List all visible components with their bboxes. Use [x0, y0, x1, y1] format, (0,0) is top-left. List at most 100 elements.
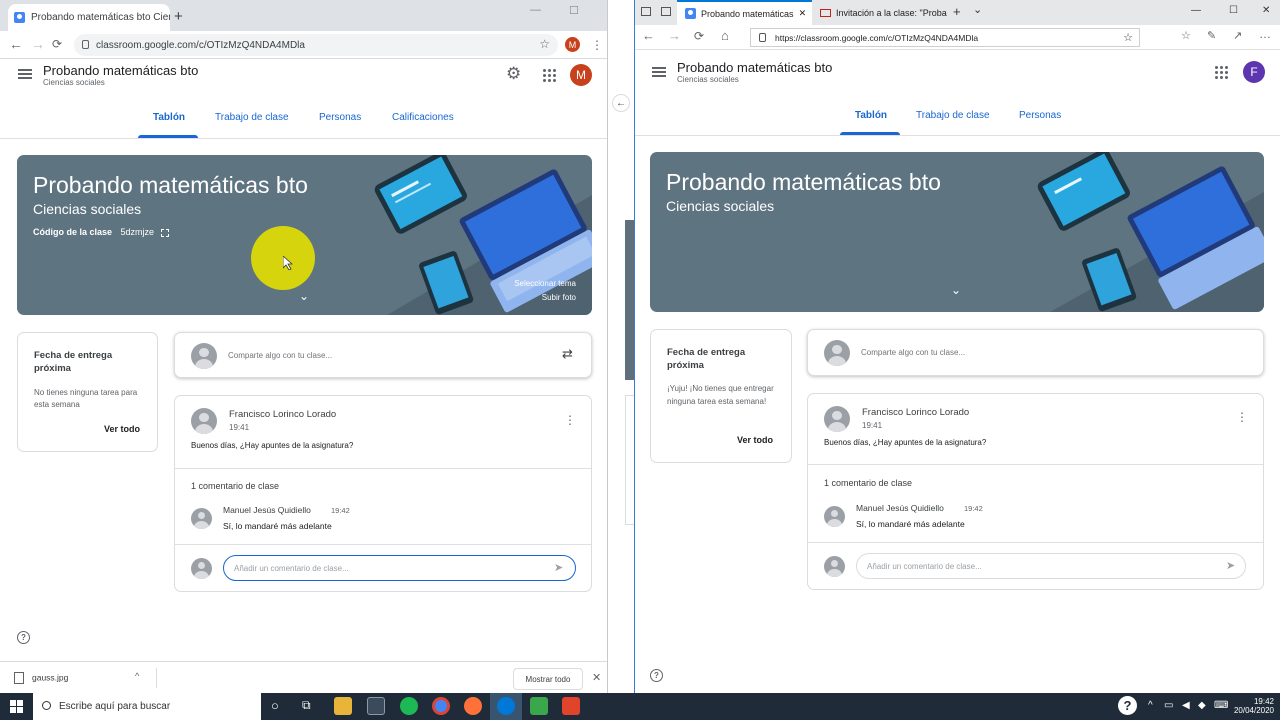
favorite-star-icon[interactable]: ☆: [1123, 31, 1133, 44]
repost-icon[interactable]: ⇄: [562, 346, 573, 362]
windows-taskbar: Escribe aquí para buscar ○ ⧉ ? ^ ▭ ◀ ◆ ⌨…: [0, 693, 1280, 720]
camtasia-icon[interactable]: [530, 697, 548, 715]
class-title[interactable]: Probando matemáticas bto: [43, 63, 198, 78]
tab-personas[interactable]: Personas: [1019, 110, 1061, 121]
view-all-link[interactable]: Ver todo: [104, 424, 140, 434]
send-icon[interactable]: ➤: [1226, 559, 1235, 572]
upload-photo-link[interactable]: Subir foto: [542, 293, 576, 302]
tab-preview-icon[interactable]: [641, 7, 651, 16]
recorder-app-icon[interactable]: [562, 697, 580, 715]
tab-tablon[interactable]: Tablón: [153, 112, 185, 123]
new-tab-button[interactable]: +: [174, 8, 183, 25]
tab-tablon[interactable]: Tablón: [855, 110, 887, 121]
fullscreen-icon[interactable]: [160, 228, 169, 237]
close-downloads-icon[interactable]: ✕: [592, 671, 601, 684]
class-title[interactable]: Probando matemáticas bto: [677, 60, 832, 75]
minimize-button[interactable]: —: [530, 4, 541, 17]
download-options-icon[interactable]: ^: [135, 671, 139, 681]
help-icon[interactable]: ?: [650, 669, 663, 682]
header-divider: [0, 138, 607, 139]
maximize-button[interactable]: ☐: [569, 4, 579, 17]
reload-button[interactable]: ⟳: [694, 29, 704, 43]
share-card[interactable]: Comparte algo con tu clase...: [807, 329, 1264, 376]
comment-time: 19:42: [331, 506, 350, 515]
mail-app-icon[interactable]: [367, 697, 385, 715]
set-aside-tabs-icon[interactable]: [661, 7, 671, 16]
share-icon[interactable]: ↗: [1233, 29, 1242, 42]
forward-button[interactable]: →: [668, 28, 681, 43]
help-icon[interactable]: ?: [17, 631, 30, 644]
account-avatar[interactable]: M: [570, 64, 592, 86]
taskbar-search[interactable]: Escribe aquí para buscar: [33, 693, 261, 720]
hamburger-menu-icon[interactable]: [18, 69, 32, 79]
tab-list-chevron-icon[interactable]: ⌄: [973, 3, 982, 16]
post-menu-icon[interactable]: ⋮: [1236, 410, 1248, 424]
post-menu-icon[interactable]: ⋮: [564, 413, 576, 427]
network-icon[interactable]: ▭: [1164, 700, 1173, 711]
edge-icon[interactable]: [497, 697, 515, 715]
left-tab-classroom[interactable]: Probando matemáticas bto Cienc ×: [8, 4, 170, 31]
close-window-button[interactable]: ✕: [1262, 5, 1270, 16]
url-bar[interactable]: https://classroom.google.com/c/OTIzMzQ4N…: [750, 28, 1140, 47]
share-placeholder[interactable]: Comparte algo con tu clase...: [228, 351, 332, 360]
apps-grid-icon[interactable]: [1215, 66, 1228, 79]
new-tab-button[interactable]: +: [953, 4, 961, 19]
tab-personas[interactable]: Personas: [319, 112, 361, 123]
reload-button[interactable]: ⟳: [52, 37, 62, 51]
author-avatar: [191, 408, 217, 434]
show-all-button[interactable]: Mostrar todo: [513, 668, 583, 690]
mouse-pointer-icon: [283, 256, 293, 270]
more-icon[interactable]: …: [1259, 27, 1271, 41]
home-button[interactable]: ⌂: [721, 28, 729, 43]
cortana-icon[interactable]: ○: [271, 698, 279, 713]
comment-input[interactable]: Añadir un comentario de clase...: [223, 555, 576, 581]
maximize-button[interactable]: ☐: [1229, 5, 1238, 16]
apps-grid-icon[interactable]: [543, 69, 556, 82]
browser-menu-icon[interactable]: ⋮: [591, 38, 603, 52]
help-tray-icon[interactable]: ?: [1118, 696, 1137, 715]
tab-trabajo-de-clase[interactable]: Trabajo de clase: [215, 112, 289, 123]
forward-button[interactable]: →: [31, 36, 45, 52]
send-icon[interactable]: ➤: [554, 561, 563, 574]
right-tab-gmail[interactable]: Invitación a la clase: "Probar: [812, 0, 947, 25]
windows-start-icon[interactable]: [10, 700, 23, 713]
share-card[interactable]: Comparte algo con tu clase... ⇄: [174, 332, 592, 378]
dropbox-icon[interactable]: ◆: [1198, 700, 1206, 711]
file-explorer-icon[interactable]: [334, 697, 352, 715]
tab-calificaciones[interactable]: Calificaciones: [392, 112, 454, 123]
chevron-down-icon[interactable]: ⌄: [299, 289, 309, 303]
firefox-icon[interactable]: [464, 697, 482, 715]
right-tab-classroom[interactable]: Probando matemáticas ✕: [677, 0, 812, 25]
class-code-value[interactable]: 5dzmjze: [121, 227, 155, 237]
tab-trabajo-de-clase[interactable]: Trabajo de clase: [916, 110, 990, 121]
download-file[interactable]: gauss.jpg: [14, 672, 68, 684]
back-circle-icon[interactable]: ←: [612, 94, 630, 112]
comment-count[interactable]: 1 comentario de clase: [191, 481, 279, 491]
chevron-down-icon[interactable]: ⌄: [951, 283, 961, 297]
clock[interactable]: 19:42 20/04/2020: [1230, 697, 1274, 715]
task-view-icon[interactable]: ⧉: [302, 698, 311, 713]
share-placeholder[interactable]: Comparte algo con tu clase...: [861, 348, 965, 357]
tray-chevron-icon[interactable]: ^: [1148, 700, 1153, 711]
select-theme-link[interactable]: Seleccionar tema: [514, 279, 576, 288]
profile-avatar[interactable]: M: [565, 37, 580, 52]
pen-icon[interactable]: ✎: [1207, 29, 1216, 42]
comment-count[interactable]: 1 comentario de clase: [824, 478, 912, 488]
url-bar[interactable]: classroom.google.com/c/OTIzMzQ4NDA4MDla …: [74, 34, 558, 56]
settings-gear-icon[interactable]: ⚙: [506, 64, 521, 84]
back-button[interactable]: ←: [9, 36, 23, 52]
view-all-link[interactable]: Ver todo: [737, 435, 773, 445]
minimize-button[interactable]: —: [1191, 5, 1201, 16]
favorites-icon[interactable]: ☆: [1181, 29, 1191, 42]
account-avatar[interactable]: F: [1243, 61, 1265, 83]
bookmark-star-icon[interactable]: ☆: [539, 37, 550, 51]
volume-icon[interactable]: ◀: [1182, 700, 1190, 711]
hamburger-menu-icon[interactable]: [652, 67, 666, 77]
back-button[interactable]: ←: [642, 28, 655, 43]
comment-input[interactable]: Añadir un comentario de clase...: [856, 553, 1246, 579]
tab-close-icon[interactable]: ✕: [799, 8, 807, 19]
chrome-icon[interactable]: [432, 697, 450, 715]
banner-illustration: [1037, 152, 1264, 312]
language-icon[interactable]: ⌨: [1214, 700, 1228, 711]
spotify-icon[interactable]: [400, 697, 418, 715]
